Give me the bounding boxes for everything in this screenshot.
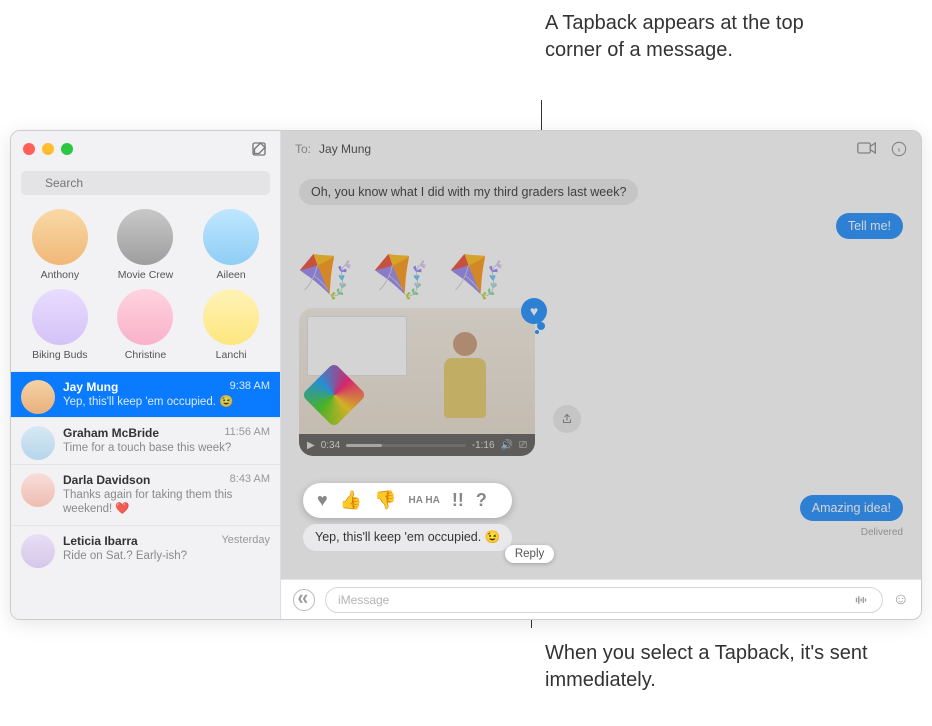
kite-icon: 🪁 (445, 244, 511, 308)
sidebar: Anthony Movie Crew Aileen Biking Buds Ch… (11, 131, 281, 619)
tapback-question-button[interactable]: ? (476, 490, 487, 511)
message-placeholder: iMessage (338, 593, 389, 607)
conversation-preview: Time for a touch base this week? (63, 441, 270, 455)
conversation-time: 9:38 AM (230, 380, 270, 394)
conversation-name: Jay Mung (63, 380, 118, 394)
pinned-conversation[interactable]: Aileen (190, 209, 272, 281)
kite-icon: 🪁 (295, 244, 361, 308)
avatar (203, 289, 259, 345)
recipient-name: Jay Mung (319, 142, 371, 156)
video-scrubber[interactable] (346, 444, 466, 447)
to-label: To: (295, 142, 311, 156)
avatar (21, 534, 55, 568)
conversation-item[interactable]: Graham McBride 11:56 AM Time for a touch … (11, 417, 280, 463)
kite-icon: 🪁 (370, 244, 436, 308)
tapback-haha-button[interactable]: HA HA (409, 496, 440, 506)
avatar (21, 380, 55, 414)
conversation-item[interactable]: Jay Mung 9:38 AM Yep, this'll keep 'em oc… (11, 371, 280, 417)
facetime-icon[interactable] (857, 141, 877, 157)
conversation-preview: Yep, this'll keep 'em occupied. 😉 (63, 395, 270, 409)
conversation-preview: Ride on Sat.? Early-ish? (63, 549, 270, 563)
kite-emoji-row: 🪁 🪁 🪁 (299, 249, 903, 304)
conversation-name: Graham McBride (63, 426, 159, 440)
focused-message-text: Yep, this'll keep 'em occupied. 😉 (315, 530, 500, 544)
message-composer: iMessage ☺ (281, 579, 921, 619)
minimize-button[interactable] (42, 143, 54, 155)
pinned-label: Anthony (41, 269, 80, 281)
window-titlebar (11, 131, 280, 167)
conversation-name: Darla Davidson (63, 473, 150, 487)
pinned-conversation[interactable]: Movie Crew (105, 209, 187, 281)
pinned-label: Movie Crew (118, 269, 173, 281)
conversation-item[interactable]: Darla Davidson 8:43 AM Thanks again for t… (11, 464, 280, 525)
reply-button[interactable]: Reply (505, 545, 554, 563)
video-controls[interactable]: ▶ 0:34 -1:16 🔊 ⎚ (299, 434, 535, 456)
message-bubble-outgoing[interactable]: Amazing idea! (800, 495, 903, 521)
callout-tapback-select: When you select a Tapback, it's sent imm… (545, 640, 895, 694)
pinned-label: Christine (125, 349, 166, 361)
play-icon[interactable]: ▶ (307, 440, 315, 451)
tapback-thumbs-down-button[interactable]: 👎 (374, 490, 396, 511)
pinned-grid: Anthony Movie Crew Aileen Biking Buds Ch… (11, 203, 280, 371)
message-bubble-outgoing[interactable]: Tell me! (836, 213, 903, 239)
volume-icon[interactable]: 🔊 (501, 440, 513, 451)
tapback-heart-button[interactable]: ♥ (317, 490, 328, 511)
pinned-conversation[interactable]: Anthony (19, 209, 101, 281)
video-attachment[interactable]: ▶ 0:34 -1:16 🔊 ⎚ (299, 308, 535, 456)
conversation-time: 8:43 AM (230, 473, 270, 487)
tapback-picker: ♥ 👍 👎 HA HA !! ? (303, 483, 512, 518)
tapback-exclaim-button[interactable]: !! (452, 490, 464, 511)
conversation-item[interactable]: Leticia Ibarra Yesterday Ride on Sat.? Ea… (11, 525, 280, 571)
callout-tapback-appears: A Tapback appears at the top corner of a… (545, 10, 815, 64)
video-remaining: -1:16 (472, 440, 495, 451)
pinned-conversation[interactable]: Christine (105, 289, 187, 361)
message-bubble-incoming[interactable]: Oh, you know what I did with my third gr… (299, 179, 638, 205)
conversation-preview: Thanks again for taking them this weeken… (63, 488, 270, 517)
emoji-picker-button[interactable]: ☺ (893, 591, 909, 609)
apps-button[interactable] (293, 589, 315, 611)
avatar (32, 209, 88, 265)
conversation-list[interactable]: Jay Mung 9:38 AM Yep, this'll keep 'em oc… (11, 371, 280, 619)
tapback-heart-reaction[interactable]: ♥ (521, 298, 547, 324)
avatar (21, 426, 55, 460)
tapback-tail (535, 330, 539, 334)
pinned-conversation[interactable]: Lanchi (190, 289, 272, 361)
conversation-pane: To: Jay Mung Oh, you know what I did wit… (281, 131, 921, 619)
compose-button[interactable] (250, 140, 268, 158)
focused-message-bubble[interactable]: Yep, this'll keep 'em occupied. 😉 Reply (303, 524, 512, 551)
close-button[interactable] (23, 143, 35, 155)
avatar (32, 289, 88, 345)
messages-window: Anthony Movie Crew Aileen Biking Buds Ch… (10, 130, 922, 620)
avatar (117, 209, 173, 265)
tapback-popup: ♥ 👍 👎 HA HA !! ? Yep, this'll keep 'em o… (303, 483, 512, 551)
pinned-label: Biking Buds (32, 349, 87, 361)
avatar (117, 289, 173, 345)
message-input[interactable]: iMessage (325, 587, 883, 613)
conversation-header: To: Jay Mung (281, 131, 921, 167)
search-input[interactable] (21, 171, 270, 195)
info-icon[interactable] (891, 141, 907, 157)
conversation-name: Leticia Ibarra (63, 534, 138, 548)
search-row (11, 167, 280, 203)
share-button[interactable] (553, 405, 581, 433)
avatar (21, 473, 55, 507)
video-elapsed: 0:34 (321, 440, 340, 451)
conversation-time: Yesterday (221, 534, 270, 548)
maximize-button[interactable] (61, 143, 73, 155)
audio-message-icon[interactable] (852, 593, 870, 607)
conversation-time: 11:56 AM (224, 426, 270, 440)
pinned-conversation[interactable]: Biking Buds (19, 289, 101, 361)
avatar (203, 209, 259, 265)
pinned-label: Lanchi (216, 349, 247, 361)
tapback-thumbs-up-button[interactable]: 👍 (340, 490, 362, 511)
airplay-icon[interactable]: ⎚ (519, 440, 527, 451)
pinned-label: Aileen (217, 269, 246, 281)
